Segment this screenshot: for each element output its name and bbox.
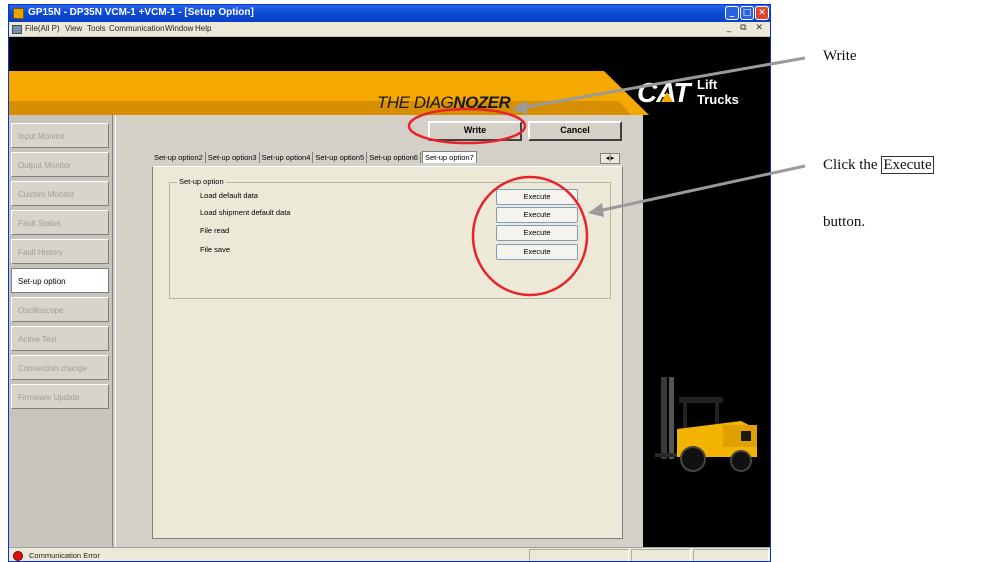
menu-view[interactable]: View [65, 24, 82, 33]
row-label-file-read: File read [200, 226, 230, 235]
write-button[interactable]: Write [428, 121, 522, 141]
status-bar: Communication Error [9, 547, 770, 561]
row-label-load-shipment: Load shipment default data [200, 208, 291, 217]
menu-tools[interactable]: Tools [87, 24, 106, 33]
tab-setup-option7[interactable]: Set-up option7 [421, 151, 477, 163]
forklift-image [655, 377, 757, 472]
nav-active-test[interactable]: Active Test [11, 326, 109, 351]
brand-side-panel [643, 115, 770, 547]
cancel-button[interactable]: Cancel [528, 121, 622, 141]
document-icon [12, 25, 22, 34]
tab-setup-option4[interactable]: Set-up option4 [260, 152, 314, 163]
app-icon [13, 8, 24, 19]
menu-file[interactable]: File(All P) [25, 24, 60, 33]
nav-oscilloscope[interactable]: Oscilloscope [11, 297, 109, 322]
nav-fault-history[interactable]: Fault History [11, 239, 109, 264]
lift-trucks-label: Lift Trucks [697, 77, 739, 107]
header-band [9, 37, 770, 71]
nav-custom-monitor[interactable]: Custom Monitor [11, 181, 109, 206]
tab-setup-option3[interactable]: Set-up option3 [206, 152, 260, 163]
status-cell [693, 549, 769, 561]
menu-bar: File(All P) View Tools Communication Win… [9, 22, 770, 37]
note-button-suffix: button. [823, 214, 866, 230]
group-title: Set-up option [177, 177, 226, 186]
setup-option-group: Set-up option Load default data Execute … [169, 177, 611, 299]
nav-setup-option[interactable]: Set-up option [11, 268, 109, 293]
note-click-prefix: Click the [823, 157, 882, 173]
tab-strip: Set-up option2 Set-up option3 Set-up optio… [152, 151, 477, 165]
status-cell [529, 549, 629, 561]
app-window: GP15N - DP35N VCM-1 +VCM-1 - [Setup Opti… [8, 4, 771, 562]
tab-page: Set-up option Load default data Execute … [152, 166, 623, 539]
error-icon [13, 551, 23, 561]
nav-fault-status[interactable]: Fault Status [11, 210, 109, 235]
tab-setup-option2[interactable]: Set-up option2 [152, 152, 206, 163]
lift-label: Lift [697, 77, 718, 92]
nav-output-monitor[interactable]: Output Monitor [11, 152, 109, 177]
maximize-button[interactable]: □ [740, 6, 754, 20]
execute-file-save-button[interactable]: Execute [496, 244, 578, 260]
row-label-load-default: Load default data [200, 191, 258, 200]
execute-load-default-button[interactable]: Execute [496, 189, 578, 205]
menu-window[interactable]: Window [165, 24, 193, 33]
minimize-button[interactable]: _ [725, 6, 739, 20]
tab-setup-option6[interactable]: Set-up option6 [367, 152, 421, 163]
nav-input-monitor[interactable]: Input Monitor [11, 123, 109, 148]
status-cell [631, 549, 691, 561]
title-bold: NOZER [453, 93, 511, 112]
nav-firmware-update[interactable]: Firmware Update [11, 384, 109, 409]
row-label-file-save: File save [200, 245, 231, 254]
menu-help[interactable]: Help [195, 24, 211, 33]
diagnozer-title: THE DIAGNOZER [377, 93, 511, 113]
cat-logo-triangle [661, 92, 673, 102]
tab-setup-option5[interactable]: Set-up option5 [313, 152, 368, 163]
close-button[interactable]: ✕ [755, 6, 769, 20]
mdi-controls[interactable]: _ ⧉ ✕ [727, 23, 766, 33]
window-title: GP15N - DP35N VCM-1 +VCM-1 - [Setup Opti… [28, 7, 254, 18]
note-click-execute: Click the Execute [823, 156, 934, 174]
status-text: Communication Error [29, 551, 100, 560]
execute-file-read-button[interactable]: Execute [496, 225, 578, 241]
brand-banner: THE DIAGNOZER CAT Lift Trucks [9, 71, 770, 115]
nav-connection-change[interactable]: Connection change [11, 355, 109, 380]
title-prefix: THE DIAG [377, 93, 454, 112]
note-execute-key: Execute [881, 156, 934, 174]
tab-scroll-arrows[interactable]: ◂|▸ [600, 153, 620, 164]
title-bar: GP15N - DP35N VCM-1 +VCM-1 - [Setup Opti… [9, 5, 770, 22]
main-panel: Write Cancel Set-up option2 Set-up option… [115, 115, 643, 547]
trucks-label: Trucks [697, 92, 739, 107]
menu-communication[interactable]: Communication [109, 24, 165, 33]
note-write: Write [823, 48, 857, 64]
execute-load-shipment-button[interactable]: Execute [496, 207, 578, 223]
sidebar-nav: Input Monitor Output Monitor Custom Moni… [9, 115, 113, 547]
